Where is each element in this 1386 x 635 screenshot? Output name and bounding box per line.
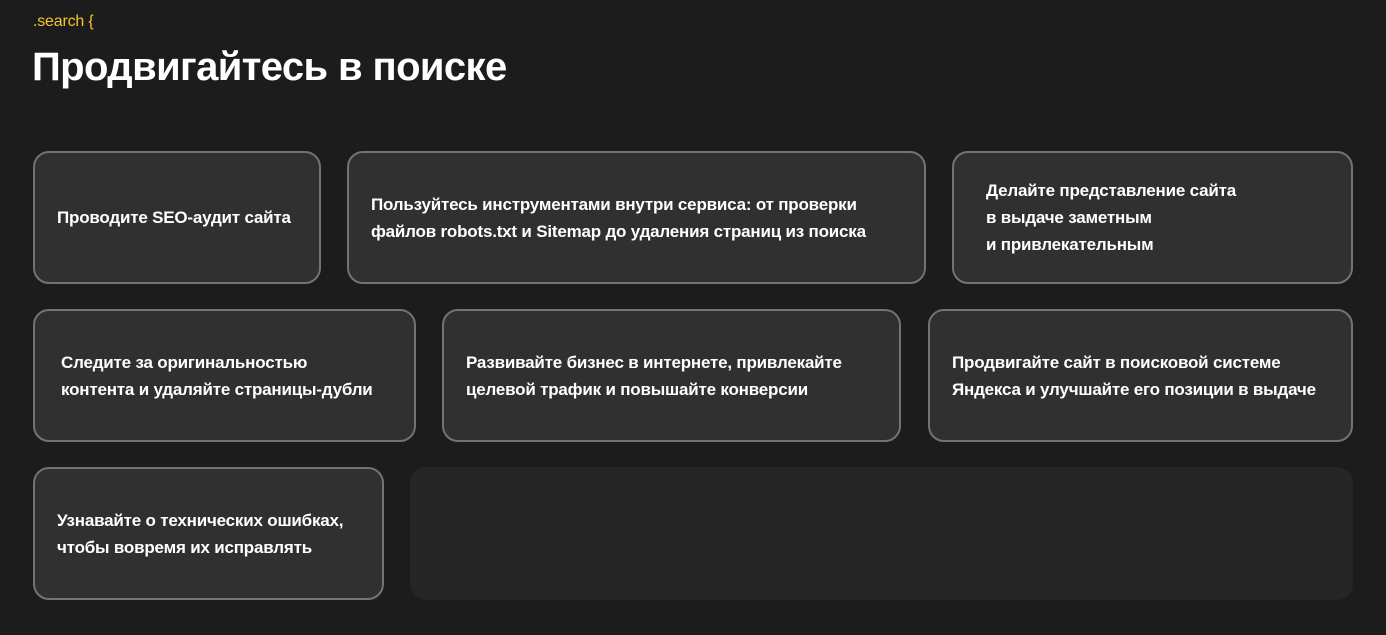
feature-card-service-tools[interactable]: Пользуйтесь инструментами внутри сервиса…: [347, 151, 926, 284]
feature-card-text: Пользуйтесь инструментами внутри сервиса…: [371, 194, 866, 241]
feature-card-text: Развивайте бизнес в интернете, привлекай…: [466, 352, 842, 399]
feature-card-seo-audit[interactable]: Проводите SEO-аудит сайта: [33, 151, 321, 284]
feature-card-text: Делайте представление сайта в выдаче зам…: [986, 181, 1236, 254]
feature-card-text: Следите за оригинальностью контента и уд…: [61, 352, 373, 399]
code-tag-label: .search {: [33, 13, 94, 30]
empty-panel: [410, 467, 1353, 600]
page-title: Продвигайтесь в поиске: [32, 45, 507, 89]
feature-card-content-originality[interactable]: Следите за оригинальностью контента и уд…: [33, 309, 416, 442]
feature-card-text: Проводите SEO-аудит сайта: [57, 208, 291, 227]
feature-card-technical-errors[interactable]: Узнавайте о технических ошибках, чтобы в…: [33, 467, 384, 600]
feature-card-site-promotion[interactable]: Продвигайте сайт в поисковой системе Янд…: [928, 309, 1353, 442]
feature-card-text: Продвигайте сайт в поисковой системе Янд…: [952, 352, 1316, 399]
feature-card-business-growth[interactable]: Развивайте бизнес в интернете, привлекай…: [442, 309, 901, 442]
feature-card-snippet-appearance[interactable]: Делайте представление сайта в выдаче зам…: [952, 151, 1353, 284]
feature-card-text: Узнавайте о технических ошибках, чтобы в…: [57, 510, 344, 557]
